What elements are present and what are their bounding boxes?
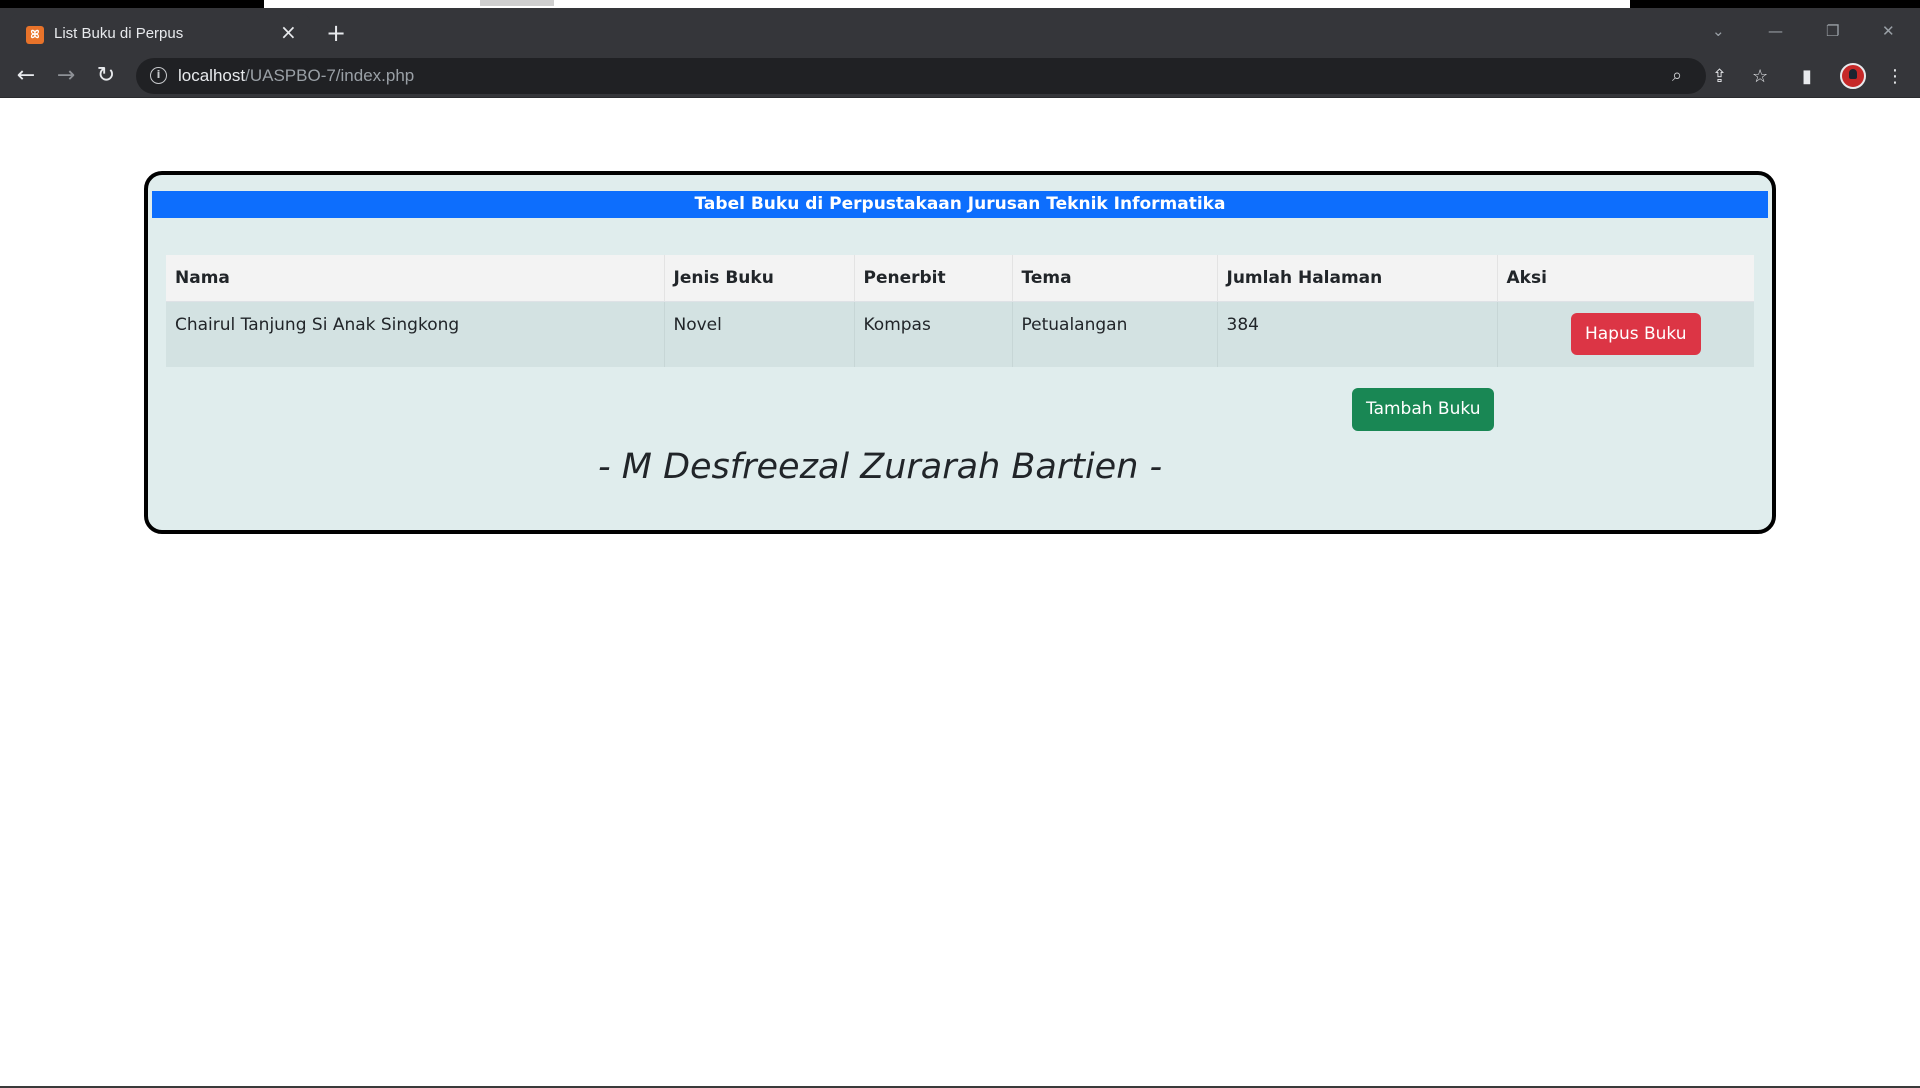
profile-avatar[interactable]	[1840, 63, 1866, 89]
author-signature: - M Desfreezal Zurarah Bartien -	[598, 447, 1163, 487]
new-tab-button[interactable]: +	[326, 21, 346, 45]
tambah-buku-button[interactable]: Tambah Buku	[1352, 388, 1495, 431]
side-panel-icon[interactable]: ▮	[1802, 66, 1812, 87]
hapus-buku-button[interactable]: Hapus Buku	[1570, 312, 1701, 355]
page-content: Tabel Buku di Perpustakaan Jurusan Tekni…	[0, 98, 1920, 1088]
cell-jenis-buku: Novel	[664, 301, 855, 367]
kebab-menu-icon[interactable]: ⋮	[1886, 66, 1904, 87]
column-header-tema: Tema	[1012, 255, 1218, 302]
table-header-row: Nama Jenis Buku Penerbit Tema Jumlah Hal…	[166, 255, 1754, 302]
book-table: Nama Jenis Buku Penerbit Tema Jumlah Hal…	[166, 255, 1754, 367]
cell-jumlah-halaman: 384	[1217, 301, 1498, 367]
column-header-nama: Nama	[166, 255, 665, 302]
cell-penerbit: Kompas	[854, 301, 1013, 367]
column-header-jenis-buku: Jenis Buku	[664, 255, 855, 302]
column-header-penerbit: Penerbit	[854, 255, 1013, 302]
star-icon[interactable]: ☆	[1752, 66, 1768, 87]
browser-tab-bar: ꕤ List Buku di Perpus × + ⌄ — ❐ ✕	[0, 8, 1920, 54]
tab-title: List Buku di Perpus	[54, 25, 184, 42]
url-path: /UASPBO-7/index.php	[245, 66, 415, 85]
cell-nama: Chairul Tanjung Si Anak Singkong	[166, 301, 665, 367]
column-header-aksi: Aksi	[1497, 255, 1754, 302]
share-icon[interactable]: ⇪	[1712, 66, 1727, 87]
url-host: localhost	[178, 66, 246, 85]
book-card: Tabel Buku di Perpustakaan Jurusan Tekni…	[144, 171, 1776, 534]
xampp-favicon-icon: ꕤ	[26, 26, 44, 44]
restore-icon[interactable]: ❐	[1826, 22, 1839, 40]
tab-close-icon[interactable]: ×	[280, 22, 297, 42]
column-header-jumlah-halaman: Jumlah Halaman	[1217, 255, 1498, 302]
address-bar[interactable]: i localhost/UASPBO-7/index.php ⌕	[136, 58, 1706, 94]
info-icon[interactable]: i	[150, 67, 167, 84]
back-arrow-icon[interactable]: ←	[12, 62, 40, 90]
cell-aksi: Hapus Buku	[1497, 301, 1754, 367]
tab-search-icon[interactable]: ⌄	[1712, 22, 1725, 40]
browser-tab-active[interactable]: ꕤ List Buku di Perpus ×	[10, 14, 310, 54]
top-grey-segment	[480, 0, 554, 6]
top-white-bar	[264, 0, 1630, 8]
table-row: Chairul Tanjung Si Anak Singkong Novel K…	[166, 301, 1754, 367]
close-window-icon[interactable]: ✕	[1882, 22, 1895, 40]
card-header-title: Tabel Buku di Perpustakaan Jurusan Tekni…	[152, 191, 1768, 218]
forward-arrow-icon[interactable]: →	[52, 62, 80, 90]
cell-tema: Petualangan	[1012, 301, 1218, 367]
screen-top-strip	[0, 0, 1920, 8]
address-url[interactable]: localhost/UASPBO-7/index.php	[178, 66, 414, 86]
minimize-icon[interactable]: —	[1768, 22, 1783, 40]
zoom-icon[interactable]: ⌕	[1672, 65, 1682, 86]
browser-toolbar: ← → ↻ i localhost/UASPBO-7/index.php ⌕ ⇪…	[0, 54, 1920, 98]
reload-icon[interactable]: ↻	[92, 62, 120, 90]
